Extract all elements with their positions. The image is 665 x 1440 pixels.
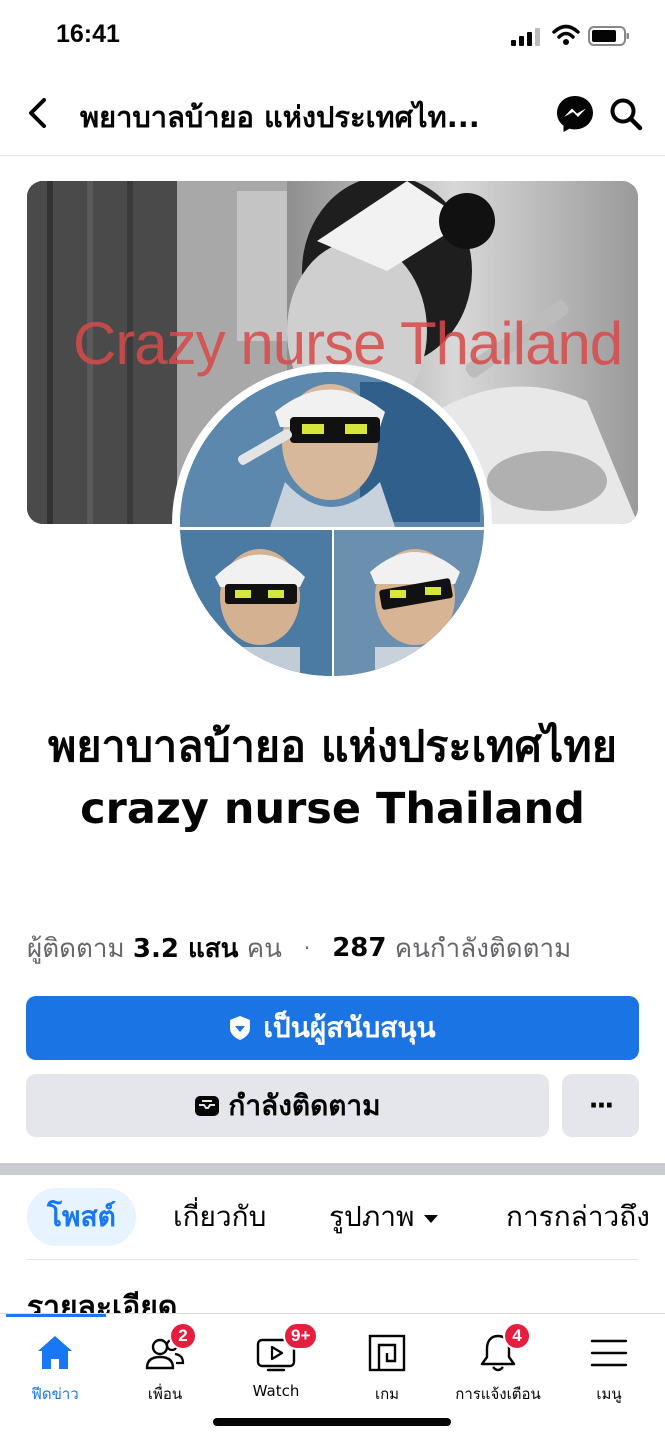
following-button[interactable]: กำลังติดตาม — [26, 1074, 549, 1137]
caret-down-icon — [424, 1215, 439, 1223]
status-bar: 16:41 — [0, 0, 665, 72]
profile-tabs: โพสต์ เกี่ยวกับ รูปภาพ การกล่าวถึง — [0, 1186, 665, 1250]
messenger-icon[interactable] — [555, 94, 595, 134]
tab-photos[interactable]: รูปภาพ — [329, 1188, 439, 1246]
profile-image — [180, 372, 484, 676]
details-heading: รายละเอียด — [27, 1290, 178, 1314]
tab-about[interactable]: เกี่ยวกับ — [173, 1188, 266, 1246]
more-options-button[interactable]: ··· — [562, 1074, 639, 1137]
nav-friends-label: เพื่อน — [147, 1385, 183, 1403]
followers-label: ผู้ติดตาม — [27, 933, 125, 964]
follower-stats: ผู้ติดตาม 3.2 แสน คน · 287 คนกำลังติดตาม — [27, 925, 662, 971]
followers-unit: คน — [246, 933, 282, 964]
more-icon: ··· — [588, 1090, 615, 1121]
menu-icon — [590, 1339, 628, 1367]
tab-about-label: เกี่ยวกับ — [173, 1200, 267, 1233]
nav-notifications-label: การแจ้งเตือน — [455, 1385, 541, 1403]
following-count[interactable]: 287 — [332, 933, 386, 963]
friends-badge: 2 — [169, 1322, 197, 1350]
tab-mentions-label: การกล่าวถึง — [506, 1200, 650, 1233]
profile-picture[interactable] — [172, 364, 492, 684]
become-supporter-label: เป็นผู้สนับสนุน — [263, 1011, 436, 1044]
page-header: พยาบาลบ้ายอ แห่งประเทศไท... — [0, 72, 665, 156]
nav-gaming-label: เกม — [374, 1385, 400, 1403]
nav-gaming[interactable]: เกม — [332, 1314, 442, 1414]
tab-mentions[interactable]: การกล่าวถึง — [506, 1188, 650, 1246]
status-time: 16:41 — [56, 20, 120, 48]
tab-posts[interactable]: โพสต์ — [27, 1188, 136, 1246]
home-icon — [38, 1336, 72, 1369]
stats-separator: · — [303, 936, 311, 960]
notifications-badge: 4 — [503, 1322, 531, 1350]
following-label: คนกำลังติดตาม — [394, 933, 572, 964]
nav-menu-label: เมนู — [596, 1385, 622, 1403]
tab-photos-label: รูปภาพ — [329, 1200, 415, 1233]
header-title: พยาบาลบ้ายอ แห่งประเทศไท... — [80, 100, 480, 134]
chevron-left-icon[interactable] — [24, 96, 52, 130]
become-supporter-button[interactable]: เป็นผู้สนับสนุน — [26, 996, 639, 1060]
tab-posts-label: โพสต์ — [47, 1200, 116, 1233]
nav-notifications[interactable]: 4 การแจ้งเตือน — [443, 1314, 553, 1414]
tabs-divider — [27, 1259, 638, 1260]
search-icon[interactable] — [608, 96, 644, 132]
nav-news-feed[interactable]: ฟีดข่าว — [0, 1314, 110, 1414]
followers-count[interactable]: 3.2 แสน — [133, 928, 239, 969]
nav-news-feed-label: ฟีดข่าว — [31, 1385, 79, 1403]
nav-menu[interactable]: เมนู — [554, 1314, 664, 1414]
wifi-icon — [552, 24, 580, 45]
battery-icon — [588, 26, 629, 46]
nav-friends[interactable]: 2 เพื่อน — [110, 1314, 220, 1414]
gaming-icon — [368, 1334, 406, 1372]
section-divider — [0, 1163, 665, 1175]
following-inbox-icon — [195, 1095, 220, 1116]
nav-watch[interactable]: 9+ Watch — [221, 1314, 331, 1414]
watch-badge: 9+ — [283, 1322, 319, 1350]
home-indicator[interactable] — [213, 1418, 451, 1426]
nav-watch-label: Watch — [252, 1382, 300, 1400]
cellular-signal-icon — [511, 28, 540, 46]
following-label: กำลังติดตาม — [228, 1088, 381, 1122]
supporter-badge-icon — [230, 1016, 251, 1040]
page-name: พยาบาลบ้ายอ แห่งประเทศไทย crazy nurse Th… — [48, 722, 617, 834]
